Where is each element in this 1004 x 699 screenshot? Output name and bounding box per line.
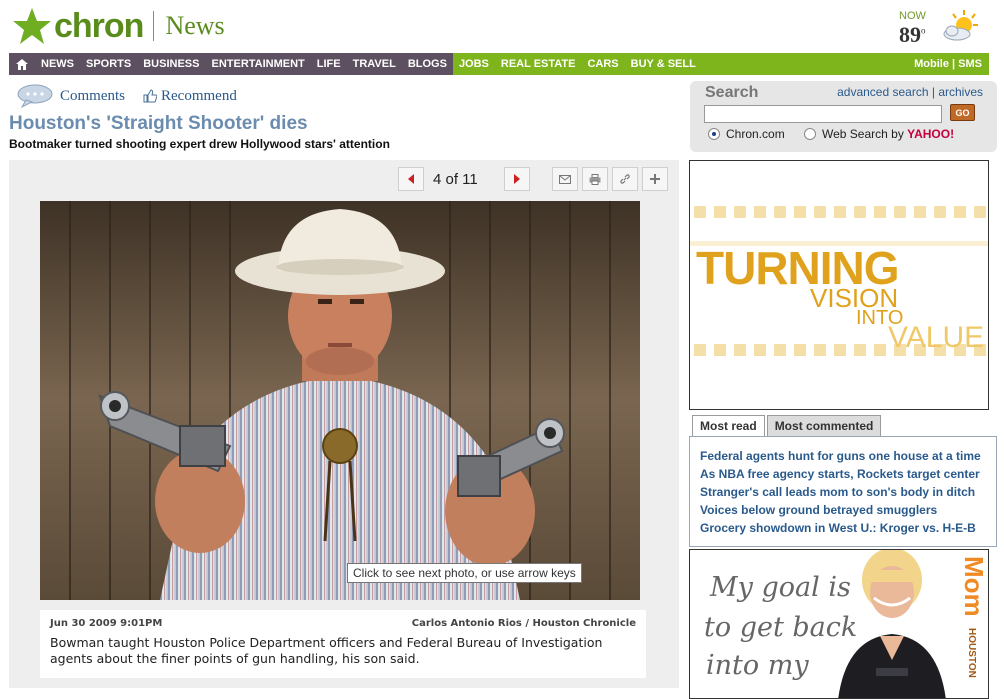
search-title: Search bbox=[705, 84, 759, 101]
prev-photo-button[interactable] bbox=[398, 167, 424, 191]
page: chron News NOW 89o NEWS SPORTS BUSINESS … bbox=[0, 0, 1004, 699]
nav-item-cars[interactable]: CARS bbox=[581, 58, 624, 70]
article-subhead: Bootmaker turned shooting expert drew Ho… bbox=[9, 137, 390, 151]
radio-chron-dot bbox=[708, 128, 720, 140]
photo-counter: 4 of 11 bbox=[433, 171, 478, 188]
nav-main-section: NEWS SPORTS BUSINESS ENTERTAINMENT LIFE … bbox=[9, 53, 453, 75]
home-icon[interactable] bbox=[9, 53, 35, 75]
photo-caption: Jun 30 2009 9:01PM Carlos Antonio Rios /… bbox=[40, 610, 646, 678]
radio-web-dot bbox=[804, 128, 816, 140]
nav-mobile-sms[interactable]: Mobile | SMS bbox=[914, 58, 989, 70]
nav-item-jobs[interactable]: JOBS bbox=[453, 58, 495, 70]
nav-item-blogs[interactable]: BLOGS bbox=[402, 58, 453, 70]
article-actions: Comments Recommend bbox=[16, 82, 237, 110]
more-options-button[interactable] bbox=[642, 167, 668, 191]
list-item[interactable]: As NBA free agency starts, Rockets targe… bbox=[700, 465, 996, 483]
nav-item-entertainment[interactable]: ENTERTAINMENT bbox=[205, 58, 310, 70]
advanced-search-link[interactable]: advanced search bbox=[837, 85, 928, 99]
radio-chron-label: Chron.com bbox=[726, 127, 785, 141]
advertisement-mom-houston[interactable]: My goal is to get back into my Mom HOUST… bbox=[689, 549, 989, 699]
list-item[interactable]: Federal agents hunt for guns one house a… bbox=[700, 447, 996, 465]
logo-divider bbox=[153, 11, 155, 41]
tab-most-commented[interactable]: Most commented bbox=[766, 415, 882, 436]
thumbs-up-icon bbox=[143, 89, 158, 103]
ad-line-4: VALUE bbox=[888, 321, 985, 354]
list-item[interactable]: Stranger's call leads mom to son's body … bbox=[700, 483, 996, 501]
photo-tooltip: Click to see next photo, or use arrow ke… bbox=[347, 563, 582, 583]
search-links: advanced search | archives bbox=[837, 85, 983, 99]
arrow-left-icon bbox=[408, 174, 414, 184]
email-icon bbox=[559, 174, 571, 184]
yahoo-logo: YAHOO! bbox=[907, 127, 955, 141]
gallery-photo[interactable]: Click to see next photo, or use arrow ke… bbox=[40, 201, 640, 600]
nav-item-business[interactable]: BUSINESS bbox=[137, 58, 205, 70]
weather-temperature: 89o bbox=[899, 22, 926, 47]
archives-link[interactable]: archives bbox=[938, 85, 983, 99]
star-icon bbox=[13, 8, 51, 44]
photo-illustration bbox=[40, 201, 640, 600]
photo-credit: Carlos Antonio Rios / Houston Chronicle bbox=[411, 618, 636, 629]
chron-logo[interactable]: chron News bbox=[12, 4, 225, 48]
search-go-button[interactable]: GO bbox=[950, 104, 975, 121]
next-photo-button[interactable] bbox=[504, 167, 530, 191]
list-item[interactable]: Voices below ground betrayed smugglers bbox=[700, 501, 996, 519]
mom-ad-photo bbox=[838, 550, 946, 698]
mom-brand: Mom bbox=[959, 556, 989, 617]
nav-item-life[interactable]: LIFE bbox=[311, 58, 347, 70]
section-title[interactable]: News bbox=[165, 11, 224, 41]
article-headline: Houston's 'Straight Shooter' dies bbox=[9, 113, 308, 134]
arrow-right-icon bbox=[514, 174, 520, 184]
print-photo-button[interactable] bbox=[582, 167, 608, 191]
link-icon bbox=[620, 174, 630, 184]
comment-bubble-icon bbox=[17, 84, 53, 109]
advertisement-turning-vision[interactable]: TURNING VISION INTO VALUE bbox=[689, 160, 989, 410]
list-item[interactable]: Grocery showdown in West U.: Kroger vs. … bbox=[700, 519, 996, 537]
nav-item-buy-sell[interactable]: BUY & SELL bbox=[625, 58, 702, 70]
search-links-separator: | bbox=[931, 85, 935, 99]
nav-item-news[interactable]: NEWS bbox=[35, 58, 80, 70]
weather-widget[interactable]: NOW 89o bbox=[896, 8, 986, 48]
weather-label: NOW bbox=[899, 10, 926, 22]
main-nav: NEWS SPORTS BUSINESS ENTERTAINMENT LIFE … bbox=[9, 53, 989, 75]
nav-item-sports[interactable]: SPORTS bbox=[80, 58, 137, 70]
recommend-label: Recommend bbox=[161, 87, 237, 104]
tab-most-read[interactable]: Most read bbox=[692, 415, 765, 436]
most-read-list: Federal agents hunt for guns one house a… bbox=[689, 436, 997, 547]
nav-item-real-estate[interactable]: REAL ESTATE bbox=[495, 58, 582, 70]
email-photo-button[interactable] bbox=[552, 167, 578, 191]
mom-ad-line-3: into my bbox=[706, 650, 809, 681]
print-icon bbox=[589, 173, 601, 185]
search-input[interactable] bbox=[704, 105, 942, 123]
photo-date: Jun 30 2009 9:01PM bbox=[50, 618, 163, 629]
recommend-link[interactable]: Recommend bbox=[143, 88, 237, 105]
nav-item-travel[interactable]: TRAVEL bbox=[347, 58, 402, 70]
radio-chron[interactable]: Chron.com bbox=[708, 127, 785, 141]
nav-classifieds-section: JOBS REAL ESTATE CARS BUY & SELL Mobile … bbox=[452, 53, 989, 75]
radio-web-search[interactable]: Web Search by YAHOO! bbox=[804, 127, 954, 141]
most-read-tabs: Most read Most commented bbox=[692, 415, 883, 436]
search-box: Search advanced search | archives GO Chr… bbox=[690, 81, 997, 152]
sun-cloud-icon bbox=[943, 10, 978, 41]
plus-icon bbox=[650, 174, 660, 184]
link-photo-button[interactable] bbox=[612, 167, 638, 191]
radio-web-label: Web Search by bbox=[822, 127, 904, 141]
mom-brand-sub: HOUSTON bbox=[966, 628, 977, 678]
logo-text: chron bbox=[54, 6, 144, 45]
comments-label: Comments bbox=[60, 87, 126, 104]
comments-link[interactable]: Comments bbox=[16, 83, 125, 109]
photo-gallery: 4 of 11 Click to see next photo, or use … bbox=[9, 160, 679, 688]
caption-text: Bowman taught Houston Police Department … bbox=[50, 635, 603, 666]
